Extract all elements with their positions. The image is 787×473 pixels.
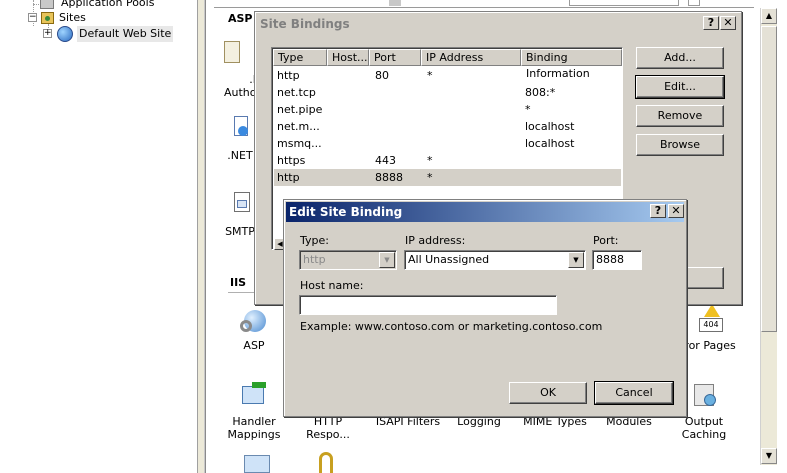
- site-bindings-titlebar[interactable]: Site Bindings: [257, 14, 739, 34]
- feature-aspnet-authorization[interactable]: .N Author: [201, 38, 261, 99]
- host-name-label: Host name:: [300, 279, 364, 292]
- table-cell-port: 80: [375, 69, 389, 82]
- table-cell-info: *: [525, 103, 531, 116]
- table-row[interactable]: net.tcp 808:*: [274, 84, 621, 101]
- column-header-type[interactable]: Type: [273, 49, 327, 66]
- table-cell-ip: *: [427, 69, 433, 82]
- feature-label: Handler Mappings: [227, 415, 281, 441]
- table-cell-info: localhost: [525, 120, 575, 133]
- close-icon[interactable]: ✕: [668, 204, 684, 218]
- close-icon[interactable]: ✕: [720, 16, 736, 30]
- scroll-thumb[interactable]: [761, 26, 777, 332]
- asp-icon: [238, 304, 270, 336]
- ok-button[interactable]: OK: [509, 382, 587, 404]
- app-pools-icon: [40, 0, 54, 9]
- feature-label: ASP: [243, 339, 265, 352]
- collapse-icon[interactable]: −: [28, 13, 37, 22]
- port-field[interactable]: 8888: [592, 250, 642, 270]
- add-binding-button[interactable]: Add...: [636, 47, 724, 69]
- column-header-host[interactable]: Host...: [327, 49, 369, 66]
- type-label: Type:: [300, 234, 329, 247]
- ip-address-value: All Unassigned: [408, 253, 490, 266]
- help-button[interactable]: ?: [650, 204, 666, 218]
- chevron-down-icon[interactable]: ▼: [568, 252, 584, 268]
- dialog-title: Site Bindings: [260, 17, 350, 31]
- dotnet-icon: [224, 114, 256, 146]
- expand-icon[interactable]: +: [43, 29, 52, 38]
- column-header-ip-address[interactable]: IP Address: [421, 49, 521, 66]
- table-cell-type: http: [277, 171, 300, 184]
- tree-item-label: Sites: [59, 11, 86, 24]
- feature-label: .N Author: [223, 73, 261, 99]
- error-pages-icon: 404: [694, 304, 726, 336]
- table-cell-port: 8888: [375, 171, 403, 184]
- sites-folder-icon: [41, 12, 54, 24]
- tree-item-sites[interactable]: − Sites: [26, 10, 186, 26]
- feature-label: HTTP Respo...: [306, 415, 350, 441]
- table-cell-info: localhost: [525, 137, 575, 150]
- host-name-field[interactable]: [299, 295, 557, 315]
- example-hint: Example: www.contoso.com or marketing.co…: [300, 320, 603, 333]
- feature-label: .NET: [227, 149, 253, 162]
- tree-item-label: Default Web Site: [77, 26, 174, 42]
- type-select-value: http: [303, 253, 326, 266]
- ip-address-label: IP address:: [405, 234, 466, 247]
- table-row[interactable]: net.m... localhost: [274, 118, 621, 135]
- help-button[interactable]: ?: [703, 16, 719, 30]
- table-cell-type: net.tcp: [277, 86, 316, 99]
- smtp-email-icon: [224, 190, 256, 222]
- table-cell-type: net.pipe: [277, 103, 323, 116]
- group-by-field[interactable]: [569, 0, 679, 6]
- table-row[interactable]: msmq... localhost: [274, 135, 621, 152]
- toolbar-icon: [389, 0, 401, 6]
- browse-button[interactable]: Browse: [636, 134, 724, 156]
- output-caching-icon: [688, 380, 720, 412]
- chevron-down-icon: ▼: [379, 252, 395, 268]
- remove-binding-button[interactable]: Remove: [636, 105, 724, 127]
- type-select: http ▼: [299, 250, 397, 270]
- column-header-port[interactable]: Port: [369, 49, 421, 66]
- table-row[interactable]: http 8888 *: [274, 169, 621, 186]
- group-header-iis: IIS: [230, 276, 247, 289]
- feature-asp[interactable]: ASP: [230, 304, 278, 352]
- port-label: Port:: [593, 234, 619, 247]
- website-globe-icon: [57, 26, 73, 42]
- edit-binding-titlebar[interactable]: Edit Site Binding: [286, 202, 684, 222]
- view-toggle-icon[interactable]: [688, 0, 700, 6]
- table-cell-ip: *: [427, 171, 433, 184]
- vertical-scrollbar[interactable]: ▲ ▼: [760, 8, 777, 465]
- connections-tree: Application Pools − Sites + Default Web …: [0, 0, 197, 473]
- table-cell-info: 808:*: [525, 86, 556, 99]
- feature-label: Output Caching: [681, 415, 727, 441]
- table-row[interactable]: net.pipe *: [274, 101, 621, 118]
- dialog-title: Edit Site Binding: [289, 205, 403, 219]
- feature-label: SMTP: [225, 225, 255, 238]
- toolbar-strip: [214, 0, 754, 8]
- group-header-aspnet: ASP: [228, 12, 253, 25]
- table-row[interactable]: https 443 *: [274, 152, 621, 169]
- feature-label: ror Pages: [684, 339, 736, 352]
- table-cell-type: http: [277, 69, 300, 82]
- edit-binding-button[interactable]: Edit...: [635, 75, 725, 99]
- table-cell-port: 443: [375, 154, 396, 167]
- handler-mappings-icon: [238, 380, 270, 412]
- lock-icon: [319, 452, 333, 473]
- tree-item-default-web-site[interactable]: + Default Web Site: [42, 26, 202, 42]
- edit-site-binding-dialog: Edit Site Binding ? ✕ Type: http ▼ IP ad…: [283, 199, 687, 417]
- cancel-button[interactable]: Cancel: [594, 381, 674, 405]
- table-cell-type: net.m...: [277, 120, 320, 133]
- ip-address-select[interactable]: All Unassigned ▼: [404, 250, 586, 270]
- authorization-icon: [215, 38, 247, 70]
- column-header-binding-information[interactable]: Binding Information: [521, 49, 622, 80]
- table-cell-type: https: [277, 154, 306, 167]
- feature-handler-mappings[interactable]: Handler Mappings: [222, 380, 286, 441]
- table-cell-type: msmq...: [277, 137, 322, 150]
- table-row[interactable]: http 80 *: [274, 67, 621, 84]
- feature-icon-partial: [244, 455, 270, 473]
- scroll-down-button[interactable]: ▼: [761, 448, 777, 464]
- table-cell-ip: *: [427, 154, 433, 167]
- scroll-up-button[interactable]: ▲: [761, 8, 777, 24]
